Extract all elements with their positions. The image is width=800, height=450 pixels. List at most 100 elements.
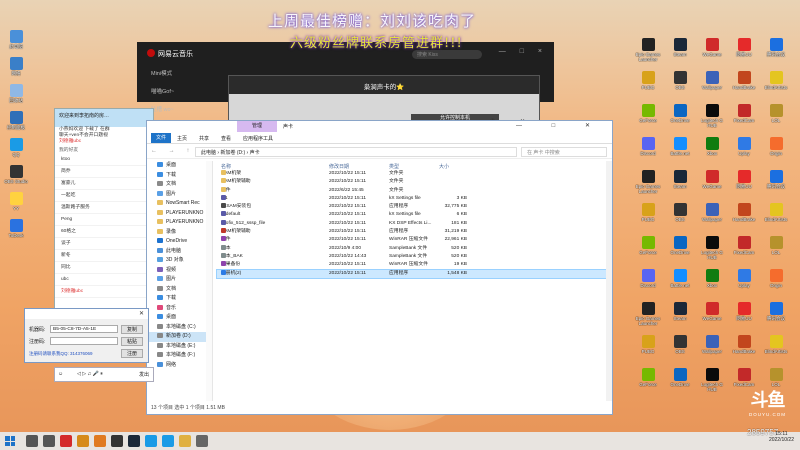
close-icon[interactable]: ✕: [139, 310, 144, 317]
desktop-icon[interactable]: Epic Games Launcher: [632, 302, 664, 326]
desktop-icon[interactable]: FixedCam: [728, 368, 760, 387]
game-taskbar-icon[interactable]: [77, 435, 89, 447]
desktop-icon[interactable]: Discord: [632, 137, 664, 156]
nav-pane-item[interactable]: 下载: [147, 294, 208, 304]
ribbon-file-tab[interactable]: 文件: [151, 133, 171, 143]
desktop-icon[interactable]: BlindArtists: [760, 335, 792, 354]
qq-contact-item[interactable]: 富豪儿: [55, 178, 153, 190]
search-taskbar-icon[interactable]: [26, 435, 38, 447]
nav-arrows[interactable]: ← → ↑: [151, 148, 194, 154]
column-type[interactable]: 类型: [389, 163, 399, 170]
music-window-controls[interactable]: — □ ×: [499, 48, 548, 55]
desktop-icon[interactable]: Wallpaper: [696, 203, 728, 222]
ribbon-view-tab[interactable]: 查看: [221, 135, 231, 142]
kx-taskbar-icon[interactable]: [196, 435, 208, 447]
nav-pane-item[interactable]: 视频: [147, 266, 208, 276]
desktop-icon[interactable]: WeGame: [696, 38, 728, 57]
nav-pane-item[interactable]: 本地磁盘 (E:): [147, 342, 208, 352]
desktop-icon[interactable]: ToDesk: [0, 219, 32, 238]
desktop-icon[interactable]: Discord: [632, 269, 664, 288]
desktop-icon[interactable]: HandBrake: [728, 71, 760, 90]
file-list-scrollbar[interactable]: [606, 161, 612, 401]
manage-tab[interactable]: 管理: [237, 121, 277, 132]
desktop-icon[interactable]: HandBrake: [728, 335, 760, 354]
nav-pane-item[interactable]: 文档: [147, 285, 208, 295]
desktop-icon[interactable]: WeGame: [696, 170, 728, 189]
desktop-icon[interactable]: 网易UU: [728, 302, 760, 321]
desktop-icon[interactable]: PUBG: [632, 71, 664, 90]
desktop-icon[interactable]: Battle.net: [664, 137, 696, 156]
nav-pane-item[interactable]: 此电脑: [147, 247, 208, 257]
nav-pane-item[interactable]: 图片: [147, 275, 208, 285]
qq-media-bar[interactable]: ☺ ◁ ▷ ♫ 🎤 ⏸ 发出: [54, 367, 154, 382]
desktop-icon[interactable]: OBS: [664, 71, 696, 90]
desktop-icon[interactable]: HandBrake: [728, 203, 760, 222]
qq-contact-item[interactable]: 60格之: [55, 226, 153, 238]
file-row[interactable]: 效果备份 2022/10/22 15:11 WinRAR 压缩文件 19 KB: [217, 261, 607, 269]
desktop-icon[interactable]: OneDrive: [664, 368, 696, 387]
desktop-icon[interactable]: 网易UU: [728, 170, 760, 189]
qq-contact-item[interactable]: Peng: [55, 214, 153, 226]
desktop-icon[interactable]: Steam: [664, 38, 696, 57]
desktop-icon[interactable]: Epic Games Launcher: [632, 170, 664, 194]
qq-contact-item[interactable]: 温斯路子服务: [55, 202, 153, 214]
file-row[interactable]: Profix_512_sssp_file 2022/10/22 15:11 KX D…: [217, 219, 607, 228]
nav-pane-item[interactable]: 录像: [147, 228, 208, 238]
qq-contact-item[interactable]: 新冬: [55, 250, 153, 262]
column-date[interactable]: 修改日期: [329, 163, 349, 170]
qq-contact-item[interactable]: ubc: [55, 274, 153, 286]
obs-taskbar-icon[interactable]: [111, 435, 123, 447]
desktop-icon[interactable]: Epic Games Launcher: [632, 38, 664, 62]
desktop-icon[interactable]: OneDrive: [664, 236, 696, 255]
desktop-icon[interactable]: Steam: [664, 170, 696, 189]
media-controls[interactable]: ◁ ▷ ♫ 🎤 ⏸: [77, 371, 103, 377]
file-row[interactable]: SAM机架 2022/10/22 15:11 文件夹: [217, 170, 607, 178]
nav-pane-scrollbar[interactable]: [206, 161, 213, 401]
nav-pane-item[interactable]: 本地磁盘 (F:): [147, 351, 208, 361]
desktop-icon[interactable]: LOL: [760, 236, 792, 255]
desktop-icon[interactable]: OBS: [664, 203, 696, 222]
qq-chat-window[interactable]: 欢迎来到李拓南的房… 小燕妈欢迎 下载了 在群 聊天+ven不会开口题视 刘德雅ub…: [54, 108, 154, 313]
ribbon-share-tab[interactable]: 共享: [199, 135, 209, 142]
register-contact-link[interactable]: 注册码请联系我QQ: 314376069: [29, 351, 93, 357]
column-size[interactable]: 大小: [439, 163, 449, 170]
desktop-icon[interactable]: 控制面板: [0, 111, 32, 130]
qq-contact-item[interactable]: 同比: [55, 262, 153, 274]
start-button-icon[interactable]: [5, 436, 15, 446]
desktop-icon[interactable]: Origin: [760, 137, 792, 156]
column-name[interactable]: 名称: [221, 163, 231, 170]
desktop-icon[interactable]: WeGame: [696, 302, 728, 321]
music-sidebar-item[interactable]: Mini模式: [137, 64, 217, 82]
task-view-taskbar-icon[interactable]: [43, 435, 55, 447]
file-row[interactable]: 注册机(2) 2022/10/22 15:11 应用程序 1,548 KB: [216, 268, 608, 279]
nav-pane-item[interactable]: 图片: [147, 190, 208, 200]
ribbon-apptools-tab[interactable]: 应用程序工具: [243, 135, 273, 142]
nav-pane-item[interactable]: 本地磁盘 (C:): [147, 323, 208, 333]
share-button[interactable]: 发出: [139, 371, 149, 378]
copy-button[interactable]: 复制: [121, 325, 143, 334]
file-explorer-window[interactable]: 管理 声卡 — □ ✕ 文件 主页 共享 查看 应用程序工具 ← → ↑ 此电脑…: [146, 120, 613, 415]
desktop-icon[interactable]: OneDrive: [664, 104, 696, 123]
nav-pane-item[interactable]: NowSmart Rec: [147, 199, 208, 209]
explorer-taskbar-icon[interactable]: [179, 435, 191, 447]
desktop-icon[interactable]: QQ: [0, 138, 32, 157]
system-clock[interactable]: 15:11 2022/10/22: [769, 431, 794, 443]
qq-contact-item[interactable]: ktoo: [55, 154, 153, 166]
desktop-icon[interactable]: OBS: [664, 335, 696, 354]
paste-button[interactable]: 粘贴: [121, 337, 143, 346]
explorer-search-input[interactable]: 在 声卡 中搜索: [521, 147, 607, 157]
file-row[interactable]: 7.1 2022/10/22 15:11 kX Settings file 3 KB: [217, 194, 607, 203]
nav-pane-item[interactable]: 下载: [147, 171, 208, 181]
nav-pane-item[interactable]: OneDrive: [147, 237, 208, 247]
desktop-icon[interactable]: GeForce: [632, 368, 664, 387]
desktop-icon[interactable]: 网易UU: [728, 38, 760, 57]
explorer-window-controls[interactable]: — □ ✕: [516, 122, 604, 129]
steam-taskbar-icon[interactable]: [128, 435, 140, 447]
desktop-icon[interactable]: OBS Studio: [0, 165, 32, 184]
ribbon-home-tab[interactable]: 主页: [177, 135, 187, 142]
nav-pane-item[interactable]: 新加卷 (D:): [147, 332, 208, 342]
qq-contact-item[interactable]: 简乔: [55, 166, 153, 178]
desktop-icon[interactable]: Logitech G HUB: [696, 368, 728, 392]
reg-code-field[interactable]: [50, 337, 118, 345]
desktop-icon[interactable]: Logitech G HUB: [696, 236, 728, 260]
